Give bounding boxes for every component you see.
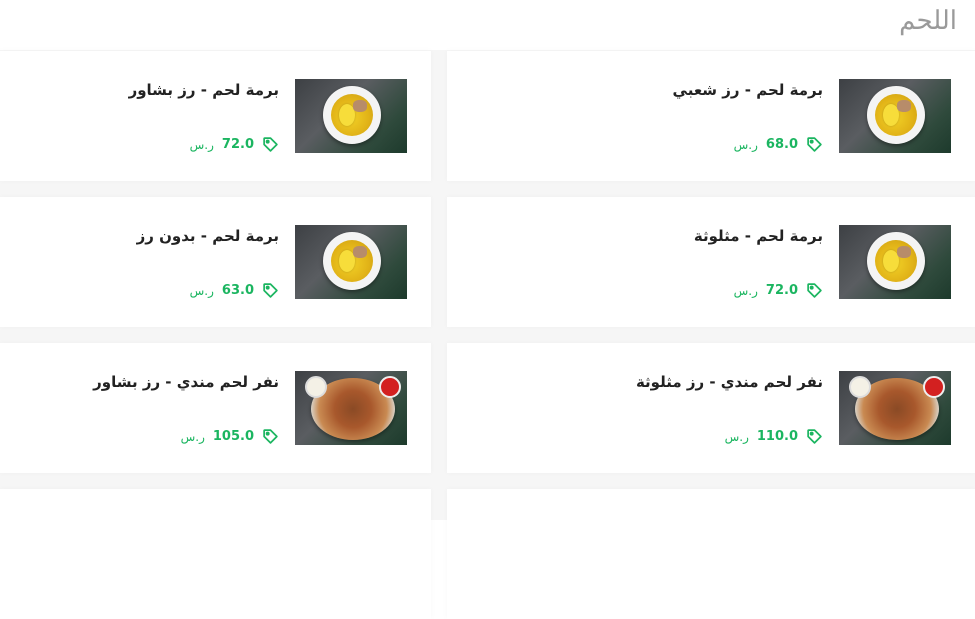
item-image [295,79,407,153]
item-image [295,371,407,445]
menu-item-card[interactable]: برمة لحم - مثلوثة 72.0 ر.س [447,197,975,327]
item-price: 105.0 ر.س [178,428,279,445]
price-tag-icon [807,283,822,298]
menu-item-card[interactable]: برمة لحم - رز شعبي 68.0 ر.س [447,51,975,181]
menu-item-card[interactable]: نفر لحم مندي - رز مثلوثة 110.0 ر.س [447,343,975,473]
section-title: اللحم [899,6,957,36]
item-price: 110.0 ر.س [722,428,823,445]
price-tag-icon [263,429,278,444]
item-name: نفر لحم مندي - رز مثلوثة [635,373,823,391]
item-image [839,79,951,153]
currency: ر.س [180,429,205,444]
currency: ر.س [733,137,758,152]
currency: ر.س [189,283,214,298]
item-price: 63.0 ر.س [187,282,279,299]
currency: ر.س [733,283,758,298]
price-value: 68.0 [765,137,798,152]
item-price: 72.0 ر.س [187,136,279,153]
item-name: برمة لحم - رز بشاور [128,81,279,99]
price-value: 105.0 [212,429,254,444]
menu-item-card[interactable]: نفر لحم مندي - رز بشاور 105.0 ر.س [0,343,431,473]
item-image [839,371,951,445]
price-value: 63.0 [221,283,254,298]
price-value: 72.0 [221,137,254,152]
price-value: 72.0 [765,283,798,298]
item-name: برمة لحم - رز شعبي [672,81,823,99]
price-value: 110.0 [756,429,798,444]
item-image [295,225,407,299]
item-price: 68.0 ر.س [731,136,823,153]
price-tag-icon [263,283,278,298]
price-tag-icon [807,137,822,152]
currency: ر.س [189,137,214,152]
price-tag-icon [807,429,822,444]
menu-item-card[interactable]: برمة لحم - رز بشاور 72.0 ر.س [0,51,431,181]
item-name: برمة لحم - مثلوثة [693,227,823,245]
menu-item-card[interactable]: برمة لحم - بدون رز 63.0 ر.س [0,197,431,327]
item-name: برمة لحم - بدون رز [136,227,279,245]
item-price: 72.0 ر.س [731,282,823,299]
currency: ر.س [724,429,749,444]
price-tag-icon [263,137,278,152]
item-name: نفر لحم مندي - رز بشاور [93,373,279,391]
item-image [839,225,951,299]
